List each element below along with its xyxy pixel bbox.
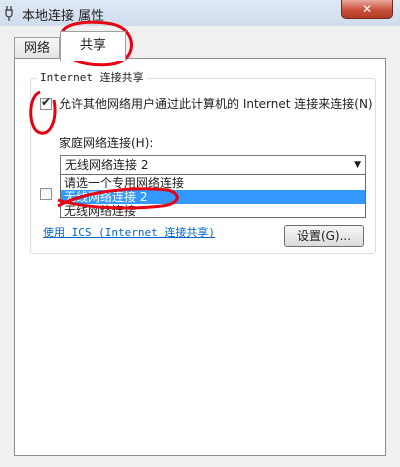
- dropdown-option-selected[interactable]: 无线网络连接 2: [61, 190, 365, 204]
- settings-button[interactable]: 设置(G)...: [284, 225, 364, 247]
- chevron-down-icon[interactable]: ▼: [354, 156, 361, 174]
- allow-sharing-label[interactable]: 允许其他网络用户通过此计算机的 Internet 连接来连接(N): [59, 97, 379, 111]
- tab-sharing[interactable]: 共享: [60, 31, 126, 61]
- checkmark-icon: ✔: [41, 95, 52, 109]
- home-network-select[interactable]: 无线网络连接 2 ▼: [60, 155, 366, 175]
- window-title: 本地连接 属性: [22, 9, 105, 24]
- ics-help-link[interactable]: 使用 ICS (Internet 连接共享): [43, 224, 215, 240]
- ics-group-title: Internet 连接共享: [37, 69, 147, 85]
- home-network-dropdown-list: 请选一个专用网络连接 无线网络连接 2 无线网络连接: [60, 174, 366, 218]
- home-network-selected-value: 无线网络连接 2: [65, 158, 149, 172]
- home-network-label: 家庭网络连接(H):: [59, 136, 154, 150]
- dropdown-option[interactable]: 无线网络连接: [61, 204, 365, 218]
- network-connection-icon: [5, 6, 13, 21]
- tab-network[interactable]: 网络: [14, 37, 60, 59]
- close-button[interactable]: ✕: [341, 0, 393, 19]
- title-bar: 本地连接 属性 ✕: [0, 0, 400, 26]
- dropdown-option[interactable]: 请选一个专用网络连接: [61, 176, 365, 190]
- close-icon: ✕: [361, 2, 373, 16]
- allow-control-checkbox[interactable]: [40, 188, 52, 200]
